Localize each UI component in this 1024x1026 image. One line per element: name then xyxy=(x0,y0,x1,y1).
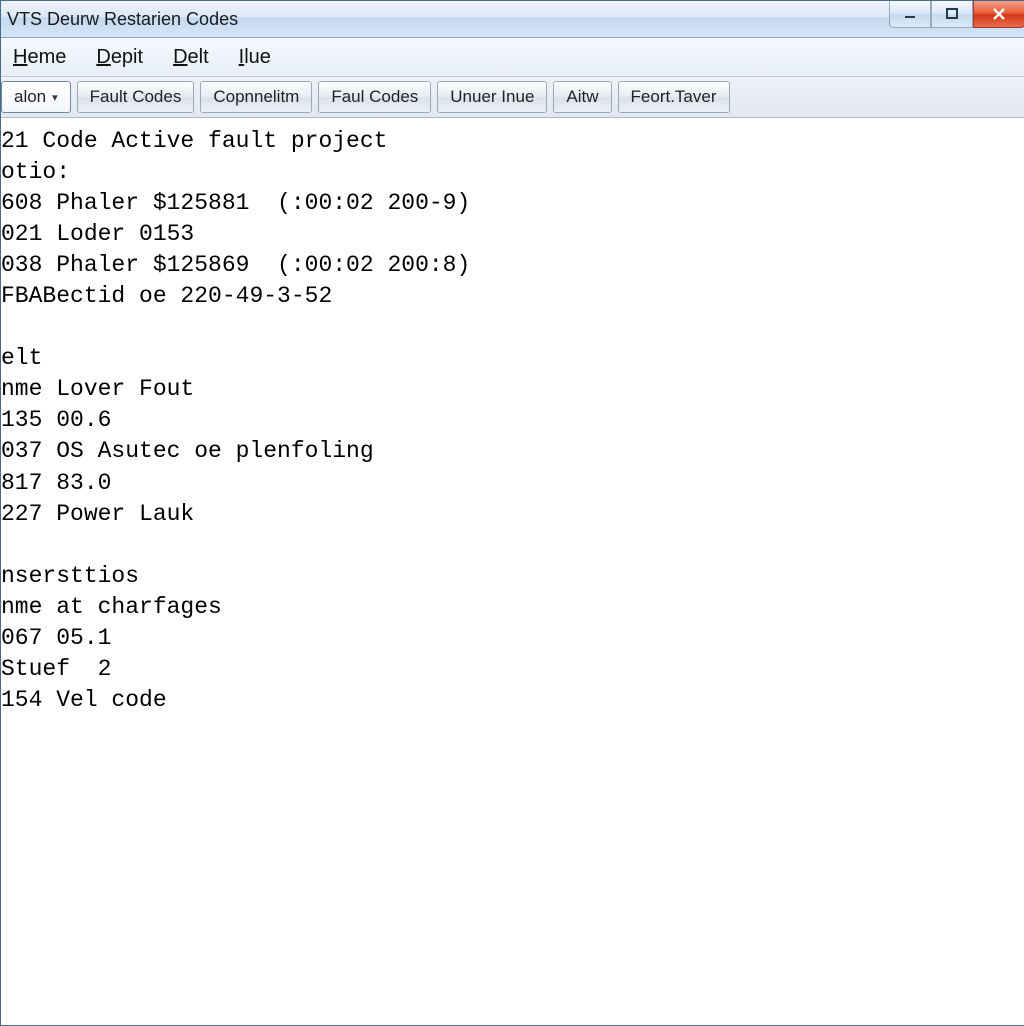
chevron-down-icon: ▾ xyxy=(52,91,58,104)
tab-label: Copnnelitm xyxy=(213,87,299,107)
tab-label: alon xyxy=(14,87,46,107)
tab-feort-taver[interactable]: Feort.Taver xyxy=(618,81,730,113)
close-icon xyxy=(992,7,1006,21)
tab-label: Feort.Taver xyxy=(631,87,717,107)
tab-strip: alon ▾ Fault Codes Copnnelitm Faul Codes Unue… xyxy=(1,77,1024,118)
tab-label: Faul Codes xyxy=(331,87,418,107)
maximize-button[interactable] xyxy=(931,1,973,28)
app-window: VTS Deurw Restarien Codes Heme Depit Delt I… xyxy=(0,0,1024,1026)
minimize-button[interactable] xyxy=(889,1,931,28)
window-title: VTS Deurw Restarien Codes xyxy=(1,9,238,30)
tab-label: Fault Codes xyxy=(90,87,182,107)
tab-copnnelitm[interactable]: Copnnelitm xyxy=(200,81,312,113)
menu-item-depit[interactable]: Depit xyxy=(92,44,147,71)
minimize-icon xyxy=(904,8,916,20)
tab-label: Aitw xyxy=(566,87,598,107)
tab-alon[interactable]: alon ▾ xyxy=(1,81,71,113)
close-button[interactable] xyxy=(973,1,1024,28)
window-controls xyxy=(889,1,1024,27)
tab-label: Unuer Inue xyxy=(450,87,534,107)
content-area: 21 Code Active fault project otio: 608 P… xyxy=(1,118,1024,1025)
title-bar: VTS Deurw Restarien Codes xyxy=(1,1,1024,38)
tab-faul-codes[interactable]: Faul Codes xyxy=(318,81,431,113)
tab-unuer-inue[interactable]: Unuer Inue xyxy=(437,81,547,113)
maximize-icon xyxy=(946,8,958,20)
menu-item-ilue[interactable]: Ilue xyxy=(235,44,275,71)
menu-item-delt[interactable]: Delt xyxy=(169,44,213,71)
tab-aitw[interactable]: Aitw xyxy=(553,81,611,113)
menu-bar: Heme Depit Delt Ilue xyxy=(1,38,1024,77)
menu-item-heme[interactable]: Heme xyxy=(9,44,70,71)
tab-fault-codes[interactable]: Fault Codes xyxy=(77,81,195,113)
